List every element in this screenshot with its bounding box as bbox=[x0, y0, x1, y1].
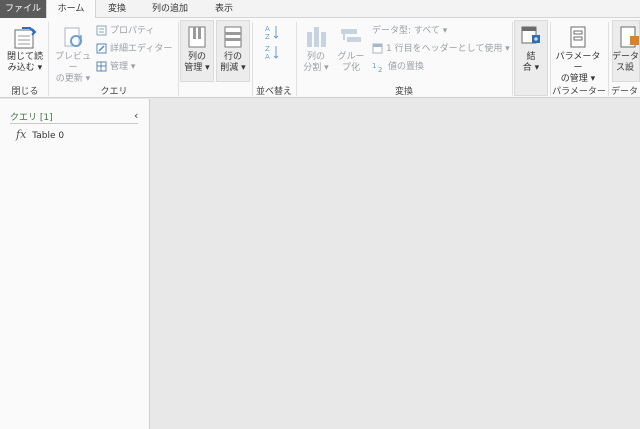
separator bbox=[296, 22, 297, 96]
refresh-preview-label2: の更新 ▾ bbox=[55, 74, 91, 84]
manage-label: 管理 ▾ bbox=[110, 62, 136, 72]
manage-icon bbox=[96, 61, 107, 72]
refresh-preview-button[interactable]: プレビュー の更新 ▾ bbox=[52, 24, 94, 85]
manage-parameters-button[interactable]: パラメーター の管理 ▾ bbox=[552, 24, 604, 85]
combine-button[interactable]: 結 合 ▾ bbox=[514, 24, 548, 74]
data-type-dropdown[interactable]: データ型: すべて ▾ bbox=[372, 24, 447, 38]
use-first-row-as-headers-label: 1 行目をヘッダーとして使用 ▾ bbox=[386, 44, 510, 54]
properties-icon bbox=[96, 25, 107, 36]
data-source-settings-icon bbox=[620, 26, 639, 48]
table-header-icon bbox=[372, 43, 383, 54]
split-column-label2: 分割 ▾ bbox=[303, 63, 329, 73]
separator bbox=[608, 22, 609, 96]
query-count: [1] bbox=[39, 113, 53, 123]
data-source-settings-button[interactable]: データ ス設 bbox=[612, 24, 640, 74]
sort-descending-icon: ZA bbox=[265, 45, 279, 61]
replace-values-icon: 12 bbox=[372, 62, 382, 72]
ribbon: 閉じて読 み込む ▾ 閉じる プレビュー の更新 ▾ プロパティ 詳細エディター… bbox=[0, 18, 640, 98]
manage-query-button[interactable]: 管理 ▾ bbox=[96, 60, 135, 74]
tab-view[interactable]: 表示 bbox=[202, 0, 246, 18]
query-item-table-0[interactable]: fx Table 0 bbox=[16, 128, 64, 142]
separator bbox=[550, 22, 551, 96]
split-column-icon bbox=[307, 27, 326, 47]
group-label-data-source: データ bbox=[611, 87, 639, 97]
svg-text:1: 1 bbox=[372, 62, 376, 70]
advanced-editor-button[interactable]: 詳細エディター bbox=[96, 42, 172, 56]
properties-button[interactable]: プロパティ bbox=[96, 24, 154, 38]
data-type-label: データ型: すべて ▾ bbox=[372, 26, 448, 36]
properties-label: プロパティ bbox=[110, 26, 155, 36]
svg-text:2: 2 bbox=[378, 66, 382, 72]
svg-text:A: A bbox=[265, 53, 270, 60]
replace-values-button[interactable]: 1 2 値の置換 bbox=[372, 60, 424, 74]
sort-descending-button[interactable]: ZA bbox=[264, 44, 280, 61]
close-and-load-button[interactable]: 閉じて読 み込む ▾ bbox=[4, 24, 46, 74]
query-pane: クエリ [1] ‹ fx Table 0 bbox=[0, 99, 150, 429]
data-source-settings-label1: データ bbox=[612, 52, 640, 62]
manage-parameters-label1: パラメーター bbox=[555, 52, 601, 73]
group-label-transform: 変換 bbox=[394, 87, 413, 97]
close-and-load-label2: み込む ▾ bbox=[7, 63, 43, 73]
reduce-rows-button[interactable]: 行の 削減 ▾ bbox=[216, 24, 250, 74]
svg-text:Z: Z bbox=[265, 33, 270, 40]
reduce-rows-icon bbox=[224, 26, 242, 48]
group-label-query: クエリ bbox=[100, 87, 128, 97]
reduce-rows-label2: 削減 ▾ bbox=[220, 63, 246, 73]
sort-ascending-button[interactable]: AZ bbox=[264, 24, 280, 41]
combine-label1: 結 bbox=[526, 52, 536, 62]
group-by-label1: グルー bbox=[337, 52, 365, 62]
replace-values-label: 値の置換 bbox=[388, 62, 425, 72]
refresh-preview-icon bbox=[64, 27, 82, 47]
manage-columns-button[interactable]: 列の 管理 ▾ bbox=[180, 24, 214, 74]
group-by-button[interactable]: グルー プ化 bbox=[334, 24, 368, 74]
preview-area bbox=[151, 99, 640, 429]
split-column-label1: 列の bbox=[306, 52, 325, 62]
tab-file[interactable]: ファイル bbox=[0, 0, 46, 18]
separator bbox=[512, 22, 513, 96]
fx-icon: fx bbox=[16, 128, 27, 141]
ribbon-tab-strip: ファイル ホーム 変換 列の追加 表示 bbox=[0, 0, 640, 19]
advanced-editor-icon bbox=[96, 43, 107, 54]
combine-label2: 合 ▾ bbox=[522, 63, 540, 73]
separator bbox=[252, 22, 253, 96]
group-label-sort: 並べ替え bbox=[255, 87, 292, 97]
group-label-close: 閉じる bbox=[11, 87, 39, 97]
tab-add-column[interactable]: 列の追加 bbox=[140, 0, 200, 18]
query-pane-title: クエリ bbox=[10, 113, 38, 123]
separator bbox=[178, 22, 179, 96]
split-column-button[interactable]: 列の 分割 ▾ bbox=[300, 24, 332, 74]
parameters-icon bbox=[570, 26, 586, 48]
close-and-load-icon bbox=[14, 27, 37, 49]
group-by-icon bbox=[341, 29, 361, 42]
group-label-parameters: パラメーター bbox=[552, 87, 606, 97]
data-source-settings-label2: ス設 bbox=[616, 63, 635, 73]
manage-columns-label2: 管理 ▾ bbox=[184, 63, 210, 73]
refresh-preview-label1: プレビュー bbox=[54, 52, 91, 73]
group-by-label2: プ化 bbox=[341, 63, 360, 73]
separator bbox=[48, 22, 49, 96]
query-item-label: Table 0 bbox=[32, 131, 65, 141]
sort-ascending-icon: AZ bbox=[265, 25, 279, 41]
manage-columns-icon bbox=[188, 26, 206, 48]
svg-text:A: A bbox=[265, 25, 270, 33]
manage-parameters-label2: の管理 ▾ bbox=[560, 74, 596, 84]
collapse-pane-icon[interactable]: ‹ bbox=[134, 109, 138, 122]
tab-transform[interactable]: 変換 bbox=[96, 0, 138, 18]
close-and-load-label1: 閉じて読 bbox=[6, 52, 43, 62]
tab-home[interactable]: ホーム bbox=[46, 0, 96, 19]
use-first-row-as-headers-button[interactable]: 1 行目をヘッダーとして使用 ▾ bbox=[372, 42, 510, 56]
query-pane-header: クエリ [1] bbox=[10, 110, 138, 124]
advanced-editor-label: 詳細エディター bbox=[110, 44, 173, 54]
reduce-rows-label1: 行の bbox=[223, 52, 242, 62]
manage-columns-label1: 列の bbox=[187, 52, 206, 62]
combine-icon bbox=[521, 26, 540, 44]
svg-text:Z: Z bbox=[265, 45, 270, 53]
